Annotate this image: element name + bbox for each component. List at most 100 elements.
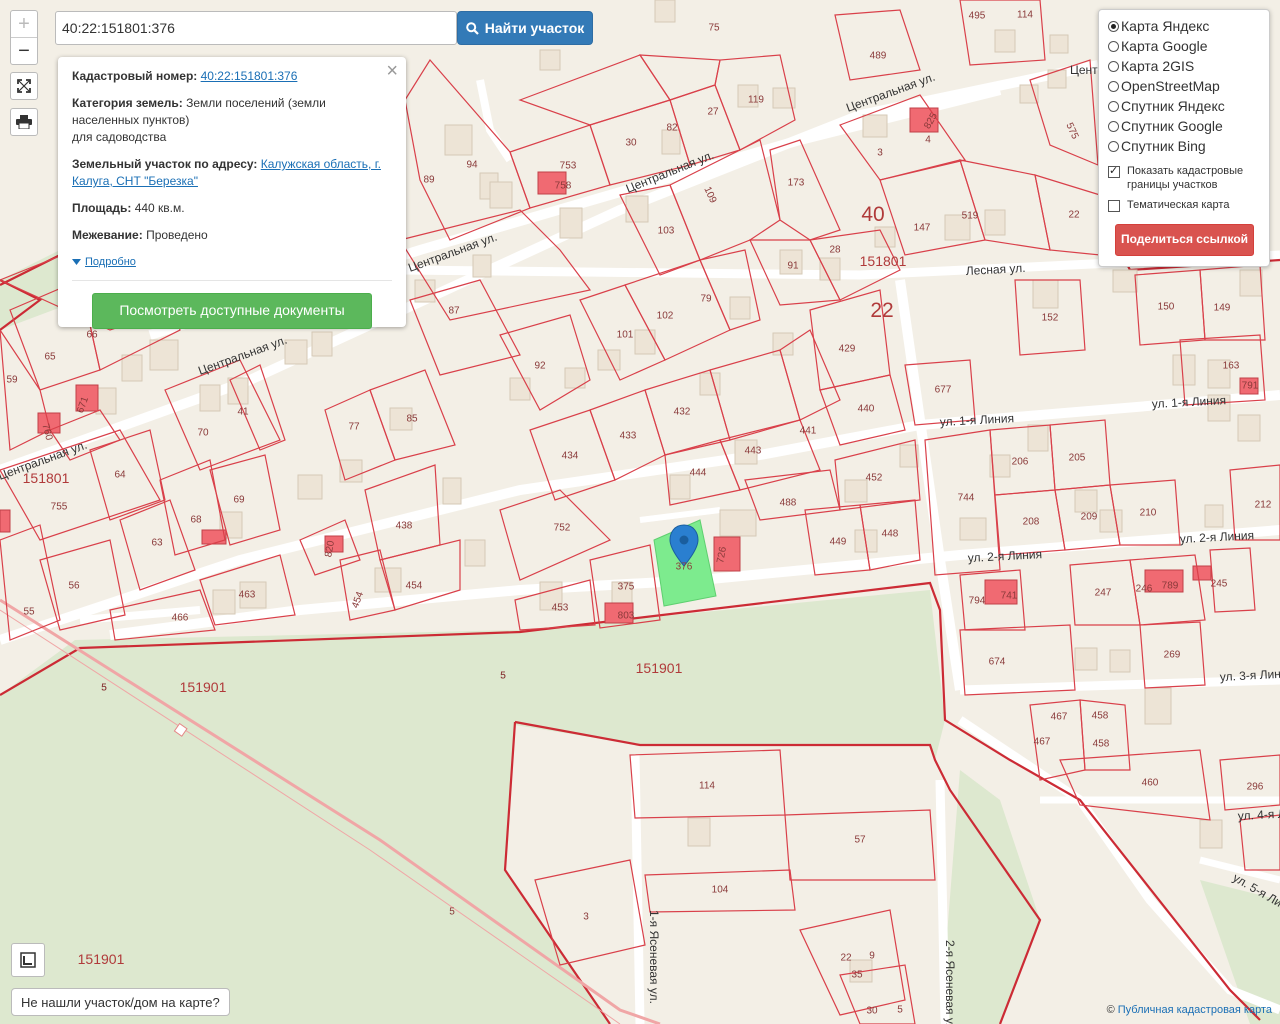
plot-label: 210 (1140, 508, 1157, 519)
search-input[interactable] (55, 11, 457, 45)
show-boundaries-toggle[interactable]: Показать кадастровые границы участков (1108, 164, 1269, 192)
plot-label: 147 (914, 223, 931, 234)
not-found-button[interactable]: Не нашли участок/дом на карте? (11, 988, 230, 1016)
layer-option[interactable]: Спутник Bing (1108, 136, 1269, 156)
zoom-in-button[interactable]: + (11, 11, 37, 37)
show-boundaries-label: Показать кадастровые границы участков (1127, 165, 1244, 191)
plot-label: 69 (233, 495, 245, 506)
plot-label: 438 (396, 521, 413, 532)
plot-label: 3 (877, 148, 883, 159)
plot-label: 495 (969, 11, 986, 22)
zoom-out-button[interactable]: − (11, 37, 37, 64)
plot-label: 441 (800, 426, 817, 437)
plot-label: 149 (1214, 303, 1231, 314)
plot-label: 119 (748, 95, 764, 106)
plot-label: 448 (882, 529, 899, 540)
plot-label: 55 (23, 607, 35, 618)
plot-label: 376 (676, 562, 693, 573)
plot-label: 466 (172, 613, 189, 624)
plot-label: 209 (1081, 512, 1098, 523)
plot-label: 66 (86, 330, 98, 341)
print-button[interactable] (10, 108, 38, 136)
plot-label: 296 (1247, 782, 1264, 793)
plot-label: 27 (707, 107, 719, 118)
cadastral-number-link[interactable]: 40:22:151801:376 (201, 69, 298, 83)
plot-label: 30 (866, 1006, 878, 1017)
quarter-label: 151801 (23, 470, 70, 486)
plot-label: 440 (858, 404, 875, 415)
layer-radio[interactable] (1108, 120, 1119, 132)
plot-label: 458 (1093, 739, 1110, 750)
plot-label: 208 (1023, 517, 1040, 528)
plot-label: 59 (6, 375, 18, 386)
legend-button[interactable] (11, 943, 45, 977)
plot-label: 92 (534, 361, 546, 372)
plot-label: 467 (1051, 712, 1068, 723)
view-documents-button[interactable]: Посмотреть доступные документы (92, 293, 372, 329)
plot-label: 22 (840, 953, 852, 964)
layer-option[interactable]: Карта Яндекс (1108, 16, 1269, 36)
layer-option[interactable]: OpenStreetMap (1108, 76, 1269, 96)
plot-label: 103 (658, 226, 675, 237)
plot-label: 433 (620, 431, 637, 442)
fullscreen-button[interactable] (10, 72, 38, 100)
layer-option-label: Карта Яндекс (1121, 18, 1210, 34)
search-icon (465, 21, 479, 35)
plot-label: 114 (699, 781, 715, 792)
layer-option-label: Карта 2GIS (1121, 58, 1195, 74)
plot-label: 752 (554, 523, 571, 534)
layer-option[interactable]: Спутник Google (1108, 116, 1269, 136)
address-row: Земельный участок по адресу: Калужская о… (72, 156, 392, 190)
area-label: Площадь: (72, 201, 132, 215)
show-boundaries-checkbox[interactable] (1108, 164, 1120, 178)
cadastral-number-row: Кадастровый номер: 40:22:151801:376 (72, 68, 392, 85)
plot-label: 463 (239, 590, 256, 601)
thematic-map-label: Тематическая карта (1127, 199, 1230, 211)
layer-option[interactable]: Карта Google (1108, 36, 1269, 56)
close-icon[interactable]: × (386, 61, 398, 81)
layer-radio[interactable] (1108, 20, 1119, 32)
share-link-button[interactable]: Поделиться ссылкой (1115, 224, 1254, 256)
plot-label: 245 (1211, 579, 1228, 590)
plot-label: 674 (989, 657, 1006, 668)
area-value: 440 кв.м. (134, 201, 185, 215)
thematic-map-toggle[interactable]: Тематическая карта (1108, 198, 1269, 212)
plot-label: 89 (423, 175, 435, 186)
thematic-map-checkbox[interactable] (1108, 200, 1120, 212)
zone-label: 40 (861, 203, 884, 226)
layer-radio[interactable] (1108, 80, 1119, 92)
zone-label: 22 (870, 299, 893, 322)
plot-label: 489 (870, 51, 887, 62)
plot-label: 68 (190, 515, 202, 526)
plot-label: 432 (674, 407, 691, 418)
plot-label: 101 (617, 330, 634, 341)
plot-label: 789 (1162, 581, 1179, 592)
area-row: Площадь: 440 кв.м. (72, 200, 392, 217)
plot-label: 443 (745, 446, 762, 457)
plot-label: 9 (869, 951, 875, 962)
layer-radio[interactable] (1108, 60, 1119, 72)
address-label: Земельный участок по адресу: (72, 157, 258, 171)
plot-label: 205 (1069, 453, 1086, 464)
search-button[interactable]: Найти участок (457, 11, 593, 45)
survey-row: Межевание: Проведено (72, 227, 392, 244)
plot-label: 150 (1158, 302, 1175, 313)
plot-info-popup: × Кадастровый номер: 40:22:151801:376 Ка… (58, 57, 406, 329)
layer-radio[interactable] (1108, 40, 1119, 52)
plot-label: 65 (44, 352, 56, 363)
quarter-label: 151901 (636, 660, 683, 676)
details-link[interactable]: Подробно (72, 256, 136, 268)
layer-radio[interactable] (1108, 100, 1119, 112)
layer-option[interactable]: Карта 2GIS (1108, 56, 1269, 76)
plot-label: 70 (197, 428, 209, 439)
plot-label: 791 (1242, 381, 1259, 392)
attribution-link[interactable]: Публичная кадастровая карта (1118, 1004, 1272, 1016)
category-use: для садоводства (72, 130, 167, 144)
plot-label: 57 (854, 835, 866, 846)
fullscreen-icon (17, 79, 31, 93)
plot-label: 744 (958, 493, 975, 504)
svg-text:5: 5 (101, 683, 107, 694)
layer-option[interactable]: Спутник Яндекс (1108, 96, 1269, 116)
street-label: 2-я Ясеневая ул. (943, 940, 957, 1024)
layer-radio[interactable] (1108, 140, 1119, 152)
